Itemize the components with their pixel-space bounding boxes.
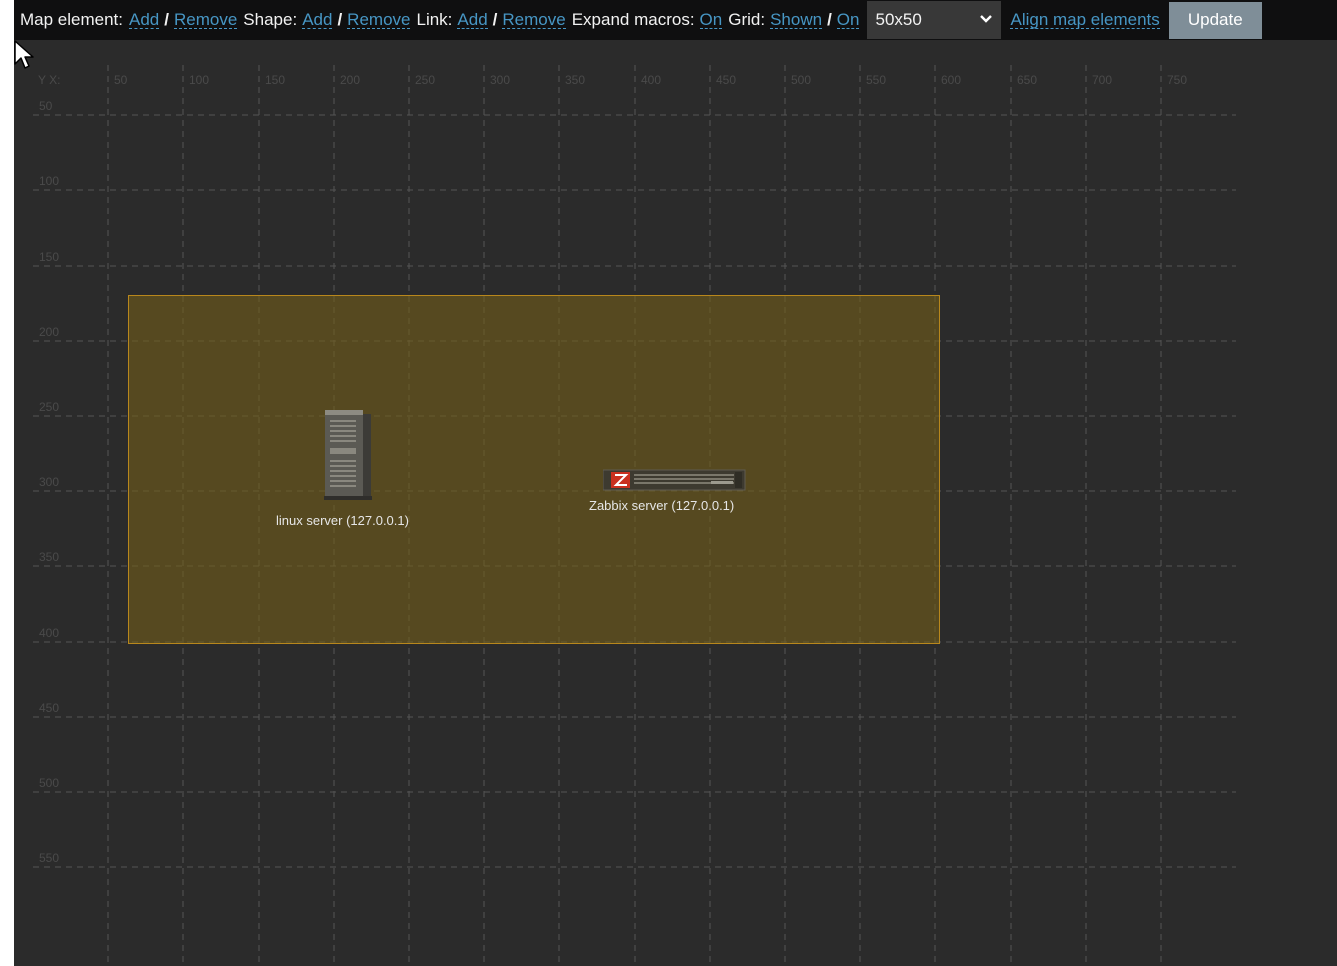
grid-x-tick-label: 700 — [1092, 73, 1112, 87]
grid-size-select[interactable]: 50x50 — [867, 1, 1002, 39]
map-shape-rectangle[interactable] — [128, 295, 940, 644]
update-button[interactable]: Update — [1168, 1, 1262, 39]
shape-label: Shape: — [243, 10, 298, 29]
shape-add-link[interactable]: Add — [302, 11, 333, 29]
grid-y-tick-label: 250 — [39, 400, 59, 414]
grid-x-tick-label: 200 — [340, 73, 360, 87]
zabbix-rack-server-icon — [603, 469, 746, 491]
mouse-cursor-icon — [14, 40, 34, 69]
map-element-label: Map element: — [20, 10, 123, 29]
expand-macros-label: Expand macros: — [571, 10, 695, 29]
grid-auto-align-toggle[interactable]: On — [836, 11, 860, 29]
link-remove-link[interactable]: Remove — [502, 11, 566, 29]
grid-x-tick-label: 500 — [791, 73, 811, 87]
grid-y-tick-label: 350 — [39, 550, 59, 564]
grid-y-tick-label: 150 — [39, 250, 59, 264]
map-toolbar: Map element: Add / Remove Shape: Add / R… — [14, 0, 1337, 40]
grid-y-tick-label: 50 — [39, 99, 53, 113]
grid-label: Grid: — [728, 10, 766, 29]
grid-x-tick-label: 750 — [1167, 73, 1187, 87]
grid-x-tick-label: 150 — [265, 73, 285, 87]
server-tower-icon — [324, 410, 372, 500]
separator: / — [827, 10, 832, 29]
grid-x-tick-label: 300 — [490, 73, 510, 87]
grid-y-tick-label: 200 — [39, 325, 59, 339]
element-label: linux server (127.0.0.1) — [276, 513, 409, 528]
element-label: Zabbix server (127.0.0.1) — [589, 498, 735, 513]
separator: / — [337, 10, 343, 29]
grid-y-tick-label: 300 — [39, 475, 59, 489]
grid-y-tick-label: 400 — [39, 626, 59, 640]
map-element-remove-link[interactable]: Remove — [173, 11, 238, 29]
separator: / — [492, 10, 498, 29]
grid-x-tick-label: 250 — [415, 73, 435, 87]
map-element-zabbix-server[interactable]: Zabbix server (127.0.0.1) — [589, 468, 769, 528]
map-element-linux-server[interactable]: linux server (127.0.0.1) — [276, 408, 436, 538]
expand-macros-toggle[interactable]: On — [699, 11, 723, 29]
grid-y-tick-label: 450 — [39, 701, 59, 715]
grid-y-tick-label: 500 — [39, 776, 59, 790]
separator: / — [164, 10, 169, 29]
map-editor: Map element: Add / Remove Shape: Add / R… — [14, 0, 1337, 966]
chevron-down-icon — [980, 15, 993, 23]
grid-shown-toggle[interactable]: Shown — [770, 11, 823, 29]
align-map-elements-link[interactable]: Align map elements — [1010, 11, 1160, 29]
grid-x-tick-label: 350 — [565, 73, 585, 87]
grid-x-tick-label: 450 — [716, 73, 736, 87]
map-canvas[interactable]: 50 100 150 200 250 300 350 400 450 500 550 600 650 70… — [14, 40, 1337, 966]
grid-x-tick-label: 650 — [1017, 73, 1037, 87]
grid-x-tick-label: 100 — [189, 73, 209, 87]
grid-x-tick-label: 550 — [866, 73, 886, 87]
grid-size-value: 50x50 — [875, 10, 922, 29]
link-add-link[interactable]: Add — [457, 11, 488, 29]
grid-y-tick-label: 550 — [39, 851, 59, 865]
grid-x-tick-label: 600 — [941, 73, 961, 87]
grid-y-tick-label: 100 — [39, 174, 59, 188]
grid-x-tick-label: 50 — [114, 73, 128, 87]
link-label: Link: — [416, 10, 453, 29]
grid-corner-label: Y X: — [38, 73, 60, 87]
grid-x-tick-label: 400 — [641, 73, 661, 87]
shape-remove-link[interactable]: Remove — [347, 11, 411, 29]
map-element-add-link[interactable]: Add — [129, 11, 160, 29]
